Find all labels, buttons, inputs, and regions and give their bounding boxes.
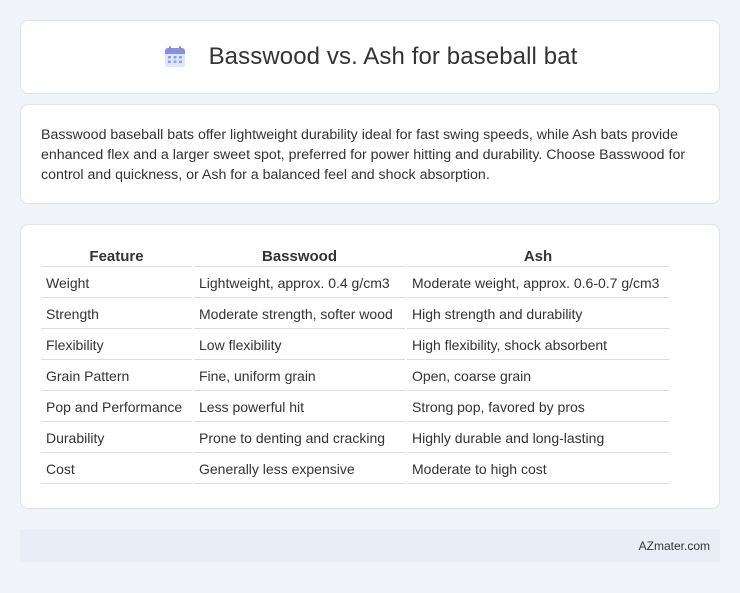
table-row: Strength Moderate strength, softer wood … xyxy=(41,300,669,329)
basswood-cell: Moderate strength, softer wood xyxy=(194,300,405,329)
source-link[interactable]: AZmater.com xyxy=(639,539,710,553)
table-row: Cost Generally less expensive Moderate t… xyxy=(41,455,669,484)
header-feature: Feature xyxy=(41,245,192,267)
header-basswood: Basswood xyxy=(194,245,405,267)
ash-cell: High flexibility, shock absorbent xyxy=(407,331,669,360)
table-row: Durability Prone to denting and cracking… xyxy=(41,424,669,453)
comparison-table-card: Feature Basswood Ash Weight Lightweight,… xyxy=(20,224,720,509)
ash-cell: High strength and durability xyxy=(407,300,669,329)
basswood-cell: Less powerful hit xyxy=(194,393,405,422)
feature-cell: Grain Pattern xyxy=(41,362,192,391)
summary-text: Basswood baseball bats offer lightweight… xyxy=(41,127,686,183)
feature-cell: Cost xyxy=(41,455,192,484)
feature-cell: Flexibility xyxy=(41,331,192,360)
ash-cell: Strong pop, favored by pros xyxy=(407,393,669,422)
table-row: Pop and Performance Less powerful hit St… xyxy=(41,393,669,422)
feature-cell: Weight xyxy=(41,269,192,298)
feature-cell: Pop and Performance xyxy=(41,393,192,422)
basswood-cell: Fine, uniform grain xyxy=(194,362,405,391)
footer: AZmater.com xyxy=(20,529,720,562)
basswood-cell: Lightweight, approx. 0.4 g/cm3 xyxy=(194,269,405,298)
ash-cell: Open, coarse grain xyxy=(407,362,669,391)
basswood-cell: Low flexibility xyxy=(194,331,405,360)
calendar-icon xyxy=(164,46,185,67)
table-header-row: Feature Basswood Ash xyxy=(41,245,669,267)
ash-cell: Moderate to high cost xyxy=(407,455,669,484)
summary-card: Basswood baseball bats offer lightweight… xyxy=(20,104,720,204)
title-card: Basswood vs. Ash for baseball bat xyxy=(20,20,720,94)
ash-cell: Highly durable and long-lasting xyxy=(407,424,669,453)
table-row: Grain Pattern Fine, uniform grain Open, … xyxy=(41,362,669,391)
ash-cell: Moderate weight, approx. 0.6-0.7 g/cm3 xyxy=(407,269,669,298)
feature-cell: Strength xyxy=(41,300,192,329)
basswood-cell: Generally less expensive xyxy=(194,455,405,484)
basswood-cell: Prone to denting and cracking xyxy=(194,424,405,453)
table-row: Weight Lightweight, approx. 0.4 g/cm3 Mo… xyxy=(41,269,669,298)
header-ash: Ash xyxy=(407,245,669,267)
table-row: Flexibility Low flexibility High flexibi… xyxy=(41,331,669,360)
feature-cell: Durability xyxy=(41,424,192,453)
comparison-table: Feature Basswood Ash Weight Lightweight,… xyxy=(39,243,671,486)
page-title: Basswood vs. Ash for baseball bat xyxy=(208,43,578,70)
